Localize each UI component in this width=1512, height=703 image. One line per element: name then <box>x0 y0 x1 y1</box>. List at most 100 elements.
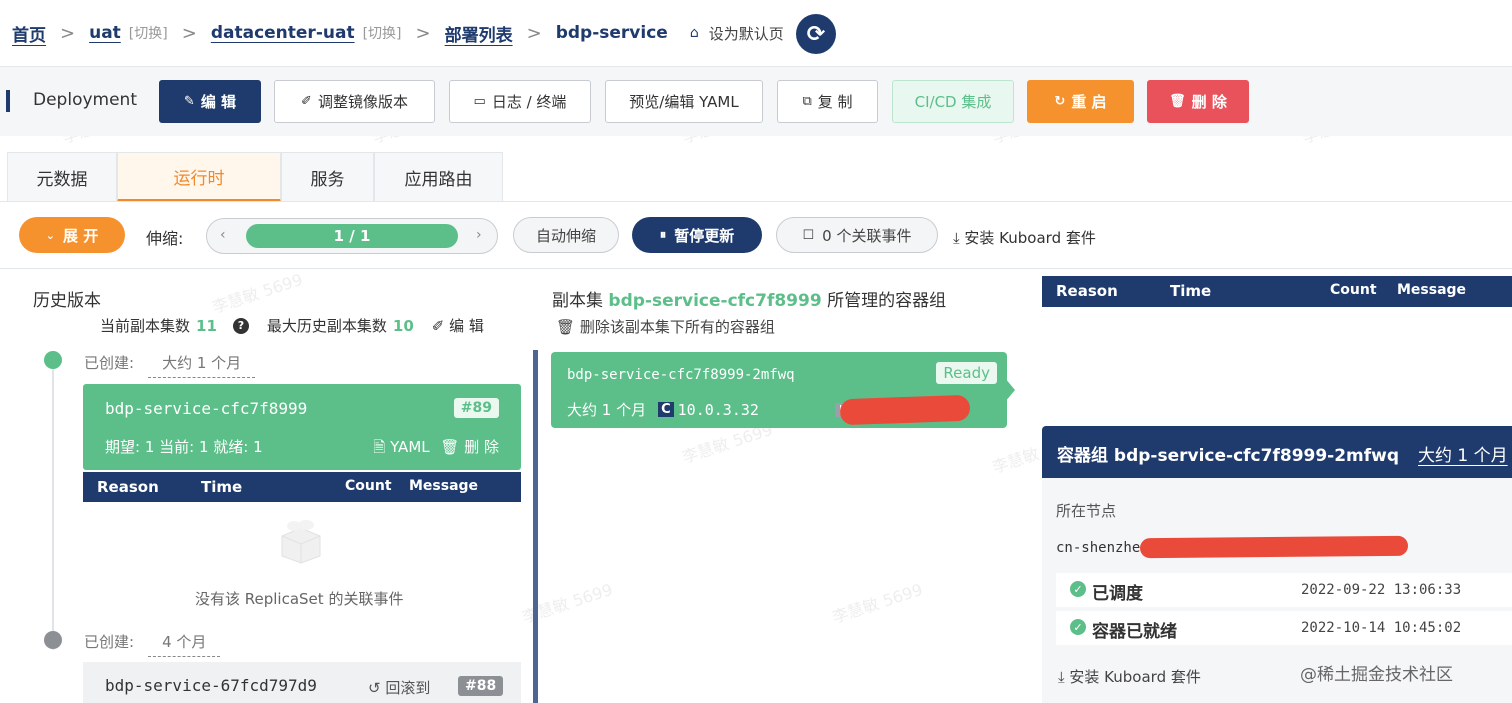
breadcrumb-cluster[interactable]: datacenter-uat <box>211 23 355 43</box>
download-icon: ⤓ <box>1058 668 1070 686</box>
adjust-image-label: 调整镜像版本 <box>317 93 408 111</box>
created-age: 大约 1 个月 <box>148 352 256 378</box>
history-edit-link[interactable]: ✐ 编 辑 <box>432 315 484 336</box>
trash-icon: 🗑 <box>440 438 465 456</box>
pod-status-badge: Ready <box>936 362 997 384</box>
delete-all-pods-link[interactable]: 🗑 删除该副本集下所有的容器组 <box>556 316 775 337</box>
yaml-link[interactable]: 🗎 YAML <box>373 438 429 456</box>
title-replicaset-name: bdp-service-cfc7f8999 <box>608 291 822 311</box>
logs-terminal-button[interactable]: ▭ 日志 / 终端 <box>449 80 591 123</box>
created-row: 已创建: 大约 1 个月 <box>84 352 256 378</box>
tab-bar: 元数据 运行时 服务 应用路由 <box>7 152 503 202</box>
redaction-mark <box>1139 535 1409 559</box>
expand-button[interactable]: ⌄ 展 开 <box>19 217 125 253</box>
history-title: 历史版本 <box>33 291 101 311</box>
condition-row: ✓ 已调度 2022-09-22 13:06:33 <box>1056 573 1512 607</box>
replicaset-card[interactable]: bdp-service-67fcd797d9 ↺ 回滚到 <box>83 662 521 703</box>
install-kuboard-label: 安装 Kuboard 套件 <box>1069 668 1201 686</box>
related-events-label: 0 个关联事件 <box>822 226 912 245</box>
watermark: 李慧敏 5699 <box>209 269 305 317</box>
delete-replicaset-link[interactable]: 🗑 删 除 <box>440 438 499 456</box>
created-row: 已创建: 4 个月 <box>84 631 221 657</box>
current-replicaset-count: 11 <box>196 316 217 335</box>
edit-icon: ✎ <box>183 94 195 109</box>
switch-namespace-link[interactable]: [切换] <box>129 23 168 43</box>
event-icon: ☐ <box>802 227 815 243</box>
yaml-link-label: YAML <box>390 438 430 456</box>
condition-name: 容器已就绪 <box>1092 622 1177 642</box>
restart-icon: ↻ <box>1054 94 1066 109</box>
history-meta: 当前副本集数 11 ? 最大历史副本集数 10 ✐ 编 辑 <box>100 315 484 336</box>
yaml-button[interactable]: 预览/编辑 YAML <box>605 80 763 123</box>
cicd-label: CI/CD 集成 <box>914 93 992 111</box>
timeline-line <box>52 360 54 650</box>
autoscale-button[interactable]: 自动伸缩 <box>513 217 619 253</box>
replica-status: 期望: 1 当前: 1 就绪: 1 <box>105 438 263 456</box>
delete-button[interactable]: 🗑 删 除 <box>1147 80 1249 123</box>
replica-count-slider[interactable]: 1 / 1 <box>246 224 458 248</box>
breadcrumb-separator: > <box>181 22 197 44</box>
copy-button[interactable]: ⧉ 复 制 <box>777 80 878 123</box>
install-kuboard-link[interactable]: ⤓ 安装 Kuboard 套件 <box>1058 666 1201 687</box>
title-prefix: 副本集 <box>552 291 603 311</box>
pod-age: 大约 1 个月 <box>567 401 647 419</box>
scale-label: 伸缩: <box>146 229 184 248</box>
max-history-count: 10 <box>392 316 414 335</box>
undo-icon: ↺ <box>368 679 386 697</box>
replicaset-name: bdp-service-67fcd797d9 <box>105 676 317 695</box>
decrease-replicas-icon[interactable]: ‹ <box>220 227 226 243</box>
set-default-page-link[interactable]: 设为默认页 <box>709 23 784 44</box>
breadcrumb-deployment-list[interactable]: 部署列表 <box>445 21 513 46</box>
replicaset-card-current[interactable]: bdp-service-cfc7f8999 #89 期望: 1 当前: 1 就绪… <box>83 384 521 470</box>
replicaset-actions: 🗎 YAML 🗑 删 除 <box>373 436 499 462</box>
revision-badge: #89 <box>453 398 499 418</box>
condition-time: 2022-09-22 13:06:33 <box>1301 582 1462 598</box>
install-kuboard-link[interactable]: ⤓ 安装 Kuboard 套件 <box>953 227 1096 248</box>
edit-button[interactable]: ✎ 编 辑 <box>159 80 261 123</box>
edit-label: 编 辑 <box>200 93 237 111</box>
redaction-mark <box>839 394 971 426</box>
column-time: Time <box>1170 282 1212 300</box>
tab-runtime[interactable]: 运行时 <box>117 152 281 202</box>
refresh-icon: ⟳ <box>806 21 826 47</box>
pause-update-button[interactable]: ⏸ 暂停更新 <box>632 217 762 253</box>
tab-divider <box>0 201 1512 202</box>
cicd-button[interactable]: CI/CD 集成 <box>892 80 1014 123</box>
node-value: cn-shenzhe <box>1056 540 1141 556</box>
column-message: Message <box>409 478 479 494</box>
copy-label: 复 制 <box>817 93 853 111</box>
tab-metadata[interactable]: 元数据 <box>7 152 117 202</box>
trash-icon: 🗑 <box>1169 94 1186 109</box>
pod-info: 大约 1 个月 C 10.0.3.32 H <box>567 399 852 420</box>
rollback-label: 回滚到 <box>385 679 431 697</box>
pod-detail-header: 容器组 bdp-service-cfc7f8999-2mfwq 大约 1 个月 <box>1042 426 1512 478</box>
related-events-button[interactable]: ☐ 0 个关联事件 <box>776 217 938 253</box>
pod-events-header: Reason Time Count Message <box>1042 276 1512 307</box>
breadcrumb-home[interactable]: 首页 <box>12 21 46 46</box>
switch-cluster-link[interactable]: [切换] <box>363 23 402 43</box>
tab-service[interactable]: 服务 <box>281 152 374 202</box>
file-icon: 🗎 <box>373 438 391 456</box>
replicaset-name: bdp-service-cfc7f8999 <box>105 399 308 418</box>
breadcrumb-namespace[interactable]: uat <box>89 23 121 43</box>
pod-name: bdp-service-cfc7f8999-2mfwq <box>567 367 795 383</box>
increase-replicas-icon[interactable]: › <box>476 227 482 243</box>
logs-label: 日志 / 终端 <box>491 93 567 111</box>
adjust-image-button[interactable]: ✐ 调整镜像版本 <box>274 80 435 123</box>
breadcrumb-separator: > <box>60 22 76 44</box>
check-circle-icon: ✓ <box>1070 581 1086 597</box>
tab-ingress[interactable]: 应用路由 <box>374 152 503 202</box>
watermark: 李慧敏 5699 <box>829 579 925 627</box>
help-icon[interactable]: ? <box>232 317 249 334</box>
restart-button[interactable]: ↻ 重 启 <box>1027 80 1134 123</box>
pod-card-pointer <box>1005 378 1015 402</box>
history-edit-label: 编 辑 <box>449 317 484 335</box>
chevron-down-icon: ⌄ <box>45 228 55 242</box>
column-time: Time <box>201 478 243 496</box>
home-icon[interactable]: ⌂ <box>690 25 699 41</box>
empty-box-icon <box>281 520 321 564</box>
revision-badge: #88 <box>458 676 504 696</box>
rollback-link[interactable]: ↺ 回滚到 <box>368 677 430 698</box>
refresh-button[interactable]: ⟳ <box>796 14 836 54</box>
timeline-dot <box>44 631 62 649</box>
